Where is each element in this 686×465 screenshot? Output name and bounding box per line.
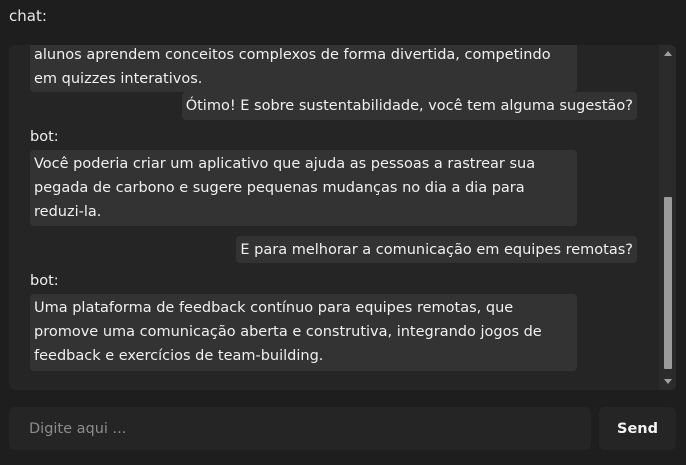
bot-message: Você poderia criar um aplicativo que aju… <box>30 150 577 226</box>
chat-history[interactable]: Outras ideias incluem uma plataforma de … <box>9 45 676 390</box>
bot-message: Outras ideias incluem uma plataforma de … <box>30 45 577 92</box>
bot-label: bot: <box>30 273 59 289</box>
user-message: E para melhorar a comunicação em equipes… <box>236 236 637 263</box>
chevron-up-icon[interactable] <box>659 45 676 62</box>
bot-label: bot: <box>30 129 59 145</box>
scroll-thumb[interactable] <box>664 197 672 369</box>
send-button[interactable]: Send <box>599 407 676 450</box>
composer: Send <box>9 407 676 450</box>
page-title: chat: <box>9 7 47 25</box>
message-input[interactable] <box>9 407 591 450</box>
user-message: Ótimo! E sobre sustentabilidade, você te… <box>181 92 637 120</box>
scrollbar[interactable] <box>659 45 676 390</box>
bot-message: Uma plataforma de feedback contínuo para… <box>30 294 577 371</box>
chevron-down-icon[interactable] <box>659 373 676 390</box>
